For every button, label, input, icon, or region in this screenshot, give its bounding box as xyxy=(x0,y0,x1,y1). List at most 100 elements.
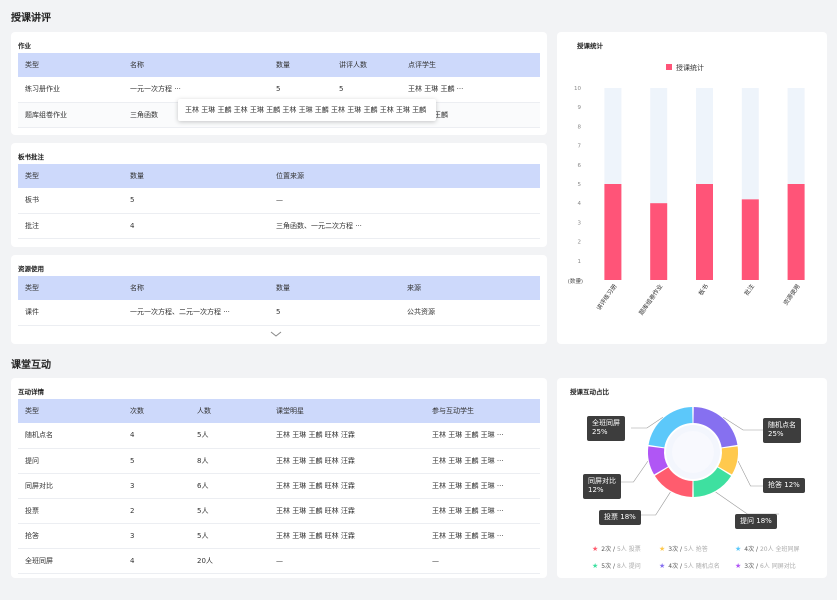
section-title-classroom-interaction: 课堂互动 xyxy=(11,360,51,371)
chevron-down-icon[interactable] xyxy=(270,329,282,339)
callout-leader-line xyxy=(619,460,649,483)
callout-pct: 25% xyxy=(592,428,608,437)
callout-pct: 18% xyxy=(756,517,772,525)
callout-name: 同屏对比 xyxy=(588,477,616,485)
callout-pct: 25% xyxy=(768,430,784,439)
x-tick-label: 讲评练习册 xyxy=(595,283,619,312)
callout-leader-line xyxy=(641,491,671,516)
y-tick-label: 1 xyxy=(578,259,582,265)
legend-count: 4次 xyxy=(744,546,755,553)
teaching-stats-chart: 授课统计012345678910(数量)讲评练习册 题库组卷作业 板书 批注 资源使用 xyxy=(568,63,805,317)
callout-pct: 12% xyxy=(784,481,800,489)
resource-usage-table: 类型 名称 数量 来源 课件 一元一次方程、二元一次方程 ··· 5 公共资源 xyxy=(18,276,540,326)
interaction-details-card: 互动详情 类型 次数 人数 课堂明星 参与互动学生 随机点名 4 5人 王林 王… xyxy=(11,378,547,578)
bar[interactable] xyxy=(741,199,759,280)
table-cell[interactable]: 王林 王琳 王麟 王琳 ··· xyxy=(425,498,540,524)
star-icon: ★ xyxy=(735,545,742,553)
table-cell[interactable]: 三角函数、一元二次方程 ··· xyxy=(269,213,540,239)
callout-random-call: 随机点名 25% xyxy=(763,418,801,443)
callout-leader-line xyxy=(715,491,779,515)
table-cell: 王林 王琳 王麟 旺林 汪霖 xyxy=(269,448,425,474)
y-axis-label: (数量) xyxy=(568,277,583,285)
table-cell: — xyxy=(425,548,540,574)
table-header-row: 类型 名称 数量 来源 xyxy=(18,276,540,300)
table-cell[interactable]: 王林 王琳 王麟 王琳 ··· xyxy=(425,523,540,549)
legend-item-vote: ★ 2次 / 5人 投票 xyxy=(592,545,641,553)
table-cell: 4 xyxy=(123,548,190,574)
table-row: 批注 4 三角函数、一元二次方程 ··· xyxy=(18,213,540,239)
table-cell: 同屏对比 xyxy=(18,473,123,499)
table-row: 全班同屏 4 20人 — — xyxy=(18,548,540,574)
column-header: 类型 xyxy=(18,276,123,300)
table-cell[interactable]: 一元一次方程、二元一次方程 ··· xyxy=(123,300,269,326)
table-header-row: 类型 次数 人数 课堂明星 参与互动学生 xyxy=(18,399,540,423)
table-cell: 3 xyxy=(123,523,190,549)
table-cell: — xyxy=(269,548,425,574)
column-header: 来源 xyxy=(400,276,540,300)
table-header-row: 类型 数量 位置来源 xyxy=(18,164,540,188)
table-cell: 20人 xyxy=(190,548,269,574)
table-cell[interactable]: 王林 王琳 王麟 王琳 ··· xyxy=(425,448,540,474)
legend-count: 4次 xyxy=(668,563,679,570)
star-icon: ★ xyxy=(592,545,599,553)
star-icon: ★ xyxy=(735,562,742,570)
table-cell: 批注 xyxy=(18,213,123,239)
callout-name: 随机点名 xyxy=(768,421,796,429)
table-cell: 板书 xyxy=(18,188,123,214)
table-cell: 4 xyxy=(123,213,269,239)
legend-item-question: ★ 5次 / 8人 提问 xyxy=(592,562,641,570)
column-header: 讲评人数 xyxy=(332,53,401,77)
table-cell: 王林 王琳 王麟 旺林 汪霖 xyxy=(269,423,425,449)
y-tick-label: 9 xyxy=(578,105,582,111)
x-tick-label: 批注 xyxy=(742,283,755,297)
legend-name: 全班同屏 xyxy=(775,546,800,553)
bar[interactable] xyxy=(650,203,668,280)
legend-swatch xyxy=(666,64,672,70)
teaching-stats-card: 授课统计 授课统计 0 1 2 3 4 5 6 7 8 9 10 (数量) 讲评练习册 题库组卷作业 板书 批注… xyxy=(557,32,827,344)
legend-count: 3次 xyxy=(744,563,755,570)
bar[interactable] xyxy=(787,184,805,280)
table-cell: 公共资源 xyxy=(400,300,540,326)
bar[interactable] xyxy=(696,184,713,280)
table-cell: 5人 xyxy=(190,523,269,549)
legend-count: 5次 xyxy=(601,563,612,570)
column-header: 人数 xyxy=(190,399,269,423)
table-cell: 王林 王琳 王麟 旺林 汪霖 xyxy=(269,473,425,499)
table-cell[interactable]: 王林 王琳 王麟 王琳 ··· xyxy=(425,473,540,499)
donut-center-inner xyxy=(672,431,714,473)
y-tick-label: 7 xyxy=(578,144,582,150)
table-cell: 5人 xyxy=(190,423,269,449)
callout-name: 投票 xyxy=(604,513,618,521)
table-cell: 课件 xyxy=(18,300,123,326)
legend-people: 5人 xyxy=(616,546,627,553)
table-row: 投票 2 5人 王林 王琳 王麟 旺林 汪霖 王林 王琳 王麟 王琳 ··· xyxy=(18,498,540,524)
column-header: 名称 xyxy=(123,276,269,300)
table-cell: 5 xyxy=(123,188,269,214)
callout-quick-answer: 抢答 12% xyxy=(763,478,805,494)
table-cell: 王林 王琳 王麟 旺林 汪霖 xyxy=(269,523,425,549)
table-cell: 提问 xyxy=(18,448,123,474)
table-cell: 抢答 xyxy=(18,523,123,549)
y-tick-label: 6 xyxy=(578,163,582,169)
callout-pct: 18% xyxy=(620,513,636,521)
star-icon: ★ xyxy=(659,562,666,570)
callout-leader-line xyxy=(737,461,763,487)
callout-screen-compare: 同屏对比 12% xyxy=(583,474,621,499)
y-tick-label: 8 xyxy=(578,124,582,130)
legend-people: 8人 xyxy=(616,563,627,570)
table-cell: 5 xyxy=(269,300,400,326)
legend-people: 5人 xyxy=(683,546,694,553)
legend-count: 2次 xyxy=(601,546,612,553)
table-row: 课件 一元一次方程、二元一次方程 ··· 5 公共资源 xyxy=(18,300,540,326)
interaction-details-table: 类型 次数 人数 课堂明星 参与互动学生 随机点名 4 5人 王林 王琳 王麟 … xyxy=(18,399,540,574)
star-icon: ★ xyxy=(592,562,599,570)
column-header: 数量 xyxy=(269,276,400,300)
x-tick-label: 板书 xyxy=(697,283,710,297)
legend-item-quick-answer: ★ 3次 / 5人 抢答 xyxy=(659,545,708,553)
legend-people: 5人 xyxy=(683,563,694,570)
bar[interactable] xyxy=(604,184,622,280)
table-cell[interactable]: 王林 王琳 王麟 王琳 ··· xyxy=(425,423,540,449)
table-row: 抢答 3 5人 王林 王琳 王麟 旺林 汪霖 王林 王琳 王麟 王琳 ··· xyxy=(18,523,540,549)
table-cell: 全班同屏 xyxy=(18,548,123,574)
legend-name: 提问 xyxy=(628,563,641,570)
